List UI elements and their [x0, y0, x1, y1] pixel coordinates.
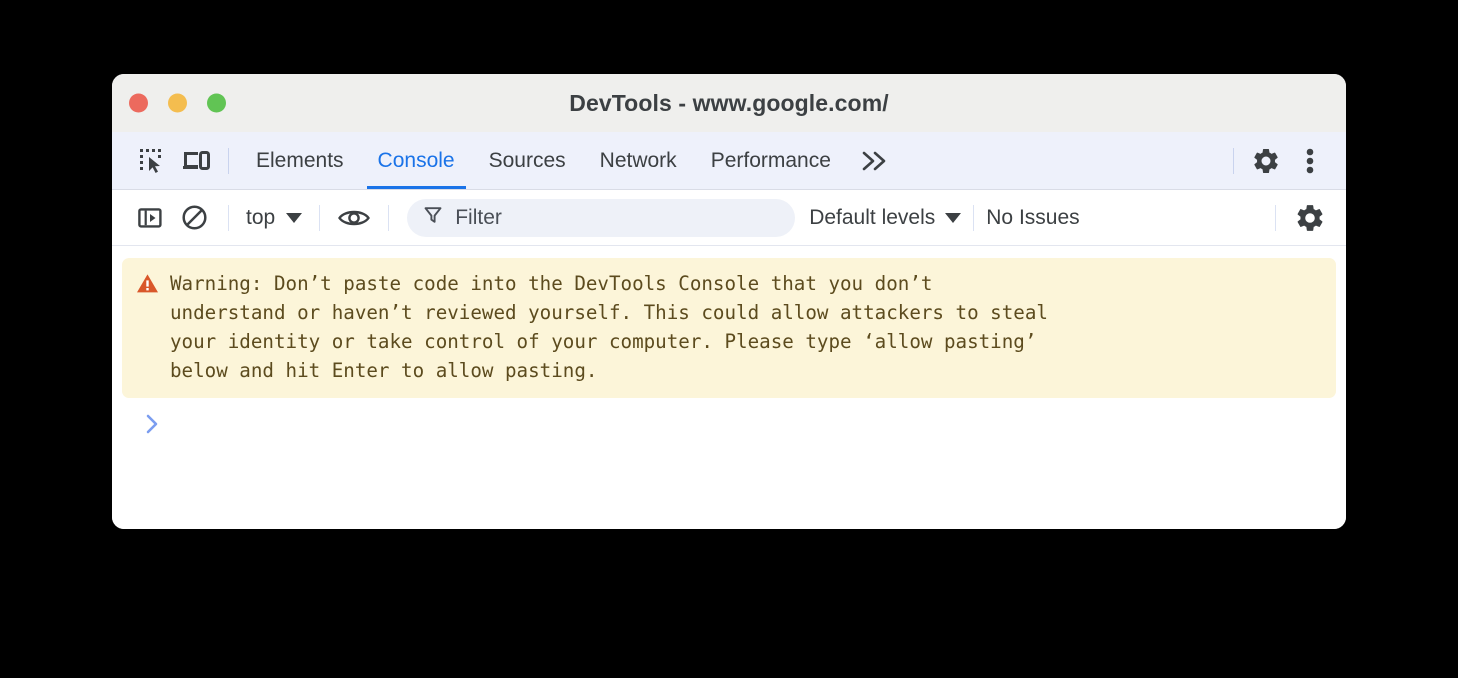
tabbar-actions [1223, 141, 1346, 181]
toolbar-divider-4 [973, 204, 975, 231]
chevron-down-icon [945, 212, 962, 223]
tab-network-label: Network [599, 148, 677, 172]
gear-icon[interactable] [1244, 141, 1288, 181]
close-button[interactable] [129, 93, 148, 113]
tab-elements[interactable]: Elements [239, 132, 361, 189]
traffic-light-group [129, 93, 226, 113]
toolbar-divider-3 [388, 204, 390, 231]
console-output-area: Warning: Don’t paste code into the DevTo… [112, 246, 1346, 529]
console-toolbar-actions [1263, 198, 1332, 238]
tab-performance-label: Performance [710, 148, 831, 172]
log-levels-label: Default levels [809, 205, 936, 229]
tabbar-divider-1 [228, 147, 229, 174]
tab-elements-label: Elements [256, 148, 344, 172]
inspect-element-icon[interactable] [130, 141, 174, 181]
window-title: DevTools - www.google.com/ [569, 89, 889, 116]
tab-sources[interactable]: Sources [472, 132, 583, 189]
tab-sources-label: Sources [488, 148, 566, 172]
chevron-down-icon [286, 212, 303, 223]
filter-funnel-icon [423, 205, 443, 230]
three-dots-vertical-icon[interactable] [1288, 141, 1332, 181]
filter-input-placeholder: Filter [455, 205, 502, 229]
console-prompt-chevron-icon [144, 412, 160, 440]
live-expression-eye-icon[interactable] [332, 198, 376, 238]
maximize-button[interactable] [207, 93, 226, 113]
clear-console-icon[interactable] [172, 198, 216, 238]
tab-console[interactable]: Console [361, 132, 472, 189]
toolbar-divider-2 [319, 204, 321, 231]
tab-performance[interactable]: Performance [694, 132, 848, 189]
warning-triangle-icon [136, 273, 159, 299]
toolbar-divider-5 [1275, 204, 1276, 231]
issues-counter[interactable]: No Issues [986, 206, 1079, 230]
console-sidebar-icon[interactable] [128, 198, 172, 238]
minimize-button[interactable] [168, 93, 187, 113]
execution-context-selector[interactable]: top [241, 206, 307, 230]
console-warning-message: Warning: Don’t paste code into the DevTo… [122, 258, 1336, 398]
console-prompt-row[interactable] [122, 398, 1336, 438]
devtools-window: DevTools - www.google.com/ Elements Cons… [112, 74, 1346, 529]
devtools-tabbar: Elements Console Sources Network Perform… [112, 132, 1346, 190]
gear-icon[interactable] [1288, 198, 1332, 238]
execution-context-label: top [246, 205, 276, 229]
tab-console-label: Console [377, 148, 455, 172]
toolbar-divider-1 [228, 204, 229, 231]
more-tabs-chevron-icon[interactable] [848, 150, 902, 172]
tab-network[interactable]: Network [583, 132, 694, 189]
console-warning-text: Warning: Don’t paste code into the DevTo… [170, 272, 1048, 382]
filter-input[interactable]: Filter [407, 198, 796, 237]
screen-background: DevTools - www.google.com/ Elements Cons… [0, 0, 1458, 678]
tabbar-divider-2 [1233, 147, 1234, 174]
console-toolbar: top Filter Default levels No Issues [112, 190, 1346, 246]
window-titlebar: DevTools - www.google.com/ [112, 74, 1346, 132]
log-levels-dropdown[interactable]: Default levels [809, 205, 962, 230]
device-toolbar-icon[interactable] [174, 141, 218, 181]
